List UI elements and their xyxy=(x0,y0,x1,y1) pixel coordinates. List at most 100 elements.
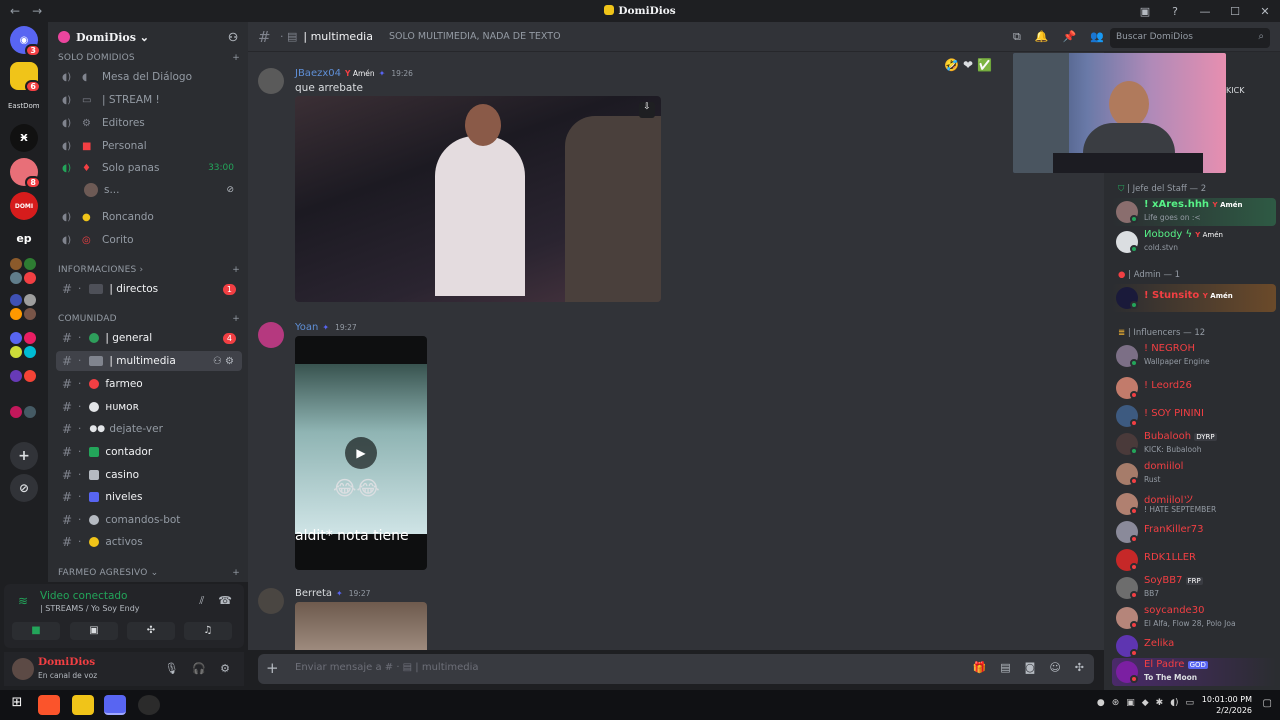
channel-settings-gear-icon[interactable]: ⚇ ⚙ xyxy=(213,356,234,367)
maximize-button[interactable]: ☐ xyxy=(1220,5,1250,18)
channel-topic[interactable]: SOLO MULTIMEDIA, NADA DE TEXTO xyxy=(389,31,561,42)
add-member-icon[interactable]: ⚇ xyxy=(228,31,238,44)
search-input[interactable]: Buscar DomiDios ⌕ xyxy=(1110,28,1270,48)
member-item[interactable]: soycande30 El Alfa, Flow 28, Polo Joa xyxy=(1112,604,1276,632)
server-folder-item[interactable] xyxy=(24,332,36,344)
server-item[interactable]: 8 xyxy=(10,158,41,189)
file-explorer-icon[interactable] xyxy=(72,695,94,715)
member-item[interactable]: FranKiller73 xyxy=(1112,518,1276,546)
image-attachment[interactable]: ⇩ xyxy=(295,96,661,302)
heart-emoji-icon[interactable]: ❤ xyxy=(963,58,973,72)
server-item-ep[interactable]: ep xyxy=(10,224,38,252)
member-item[interactable]: domiilolツ! HATE SEPTEMBER xyxy=(1112,490,1276,518)
server-folder-item[interactable] xyxy=(10,346,22,358)
text-channel-activos[interactable]: # · activos xyxy=(56,532,242,552)
member-item[interactable]: ! NEGROH Wallpaper Engine xyxy=(1112,342,1276,370)
tray-icon[interactable]: ● xyxy=(1097,698,1105,708)
text-channel-farmeo[interactable]: # · farmeo xyxy=(56,374,242,394)
member-item[interactable]: Zelika xyxy=(1112,632,1276,660)
category-comunidad[interactable]: COMUNIDAD + xyxy=(58,314,240,324)
voice-status-title[interactable]: Video conectado xyxy=(40,590,127,602)
voice-channel-personal[interactable]: ◖) ■ Personal xyxy=(56,136,242,156)
member-item[interactable]: Иobody ϟ Y Amén cold.stvn xyxy=(1112,228,1276,256)
voice-channel-solo-panas[interactable]: ◖) ♦ Solo panas 33:00 xyxy=(56,158,242,178)
server-folder-item[interactable] xyxy=(10,294,22,306)
server-folder-item[interactable] xyxy=(10,406,22,418)
noise-suppression-icon[interactable]: ⫽ xyxy=(199,594,204,608)
message-composer[interactable]: + Enviar mensaje a # · ▤ | multimedia 🎁 … xyxy=(258,654,1094,684)
server-folder-item[interactable] xyxy=(24,308,36,320)
guild-header[interactable]: DomiDios ⌄ ⚇ xyxy=(48,22,248,52)
soundboard-button[interactable]: ♫ xyxy=(184,622,232,640)
member-item[interactable]: ! xAres.hhh Y Amén Life goes on :< xyxy=(1112,198,1276,226)
server-folder-item[interactable] xyxy=(24,346,36,358)
voice-channel-mesa[interactable]: ◖) ◖ Mesa del Diálogo xyxy=(56,67,242,87)
server-folder-item[interactable] xyxy=(24,406,36,418)
voice-channel-corito[interactable]: ◖) ◎ Corito xyxy=(56,230,242,250)
server-folder-item[interactable] xyxy=(24,294,36,306)
notification-icon[interactable]: ▢ xyxy=(1263,698,1272,709)
server-item[interactable]: DOMI xyxy=(10,192,38,220)
server-domidios[interactable]: 6 xyxy=(10,62,41,93)
bell-icon[interactable]: 🔔 xyxy=(1035,30,1049,44)
add-channel-plus-icon[interactable]: + xyxy=(232,53,240,63)
pin-icon[interactable]: 📌 xyxy=(1063,30,1077,44)
category-solo-domidios[interactable]: SOLO DOMIDIOS + xyxy=(58,53,240,63)
headphones-icon[interactable]: 🎧 xyxy=(192,662,206,675)
server-folder-item[interactable] xyxy=(10,370,22,382)
gift-icon[interactable]: 🎁 xyxy=(973,661,987,674)
member-item[interactable]: El Padre GOD To The Moon xyxy=(1112,658,1276,686)
voice-channel-roncando[interactable]: ◖) ● Roncando xyxy=(56,207,242,227)
brave-browser-icon[interactable] xyxy=(38,695,60,715)
member-item[interactable]: Bubalooh DYRP KICK: Bubalooh xyxy=(1112,430,1276,458)
voice-user[interactable]: s... ⊘ xyxy=(56,180,242,200)
sticker-icon[interactable]: ◙ xyxy=(1025,661,1036,674)
category-informaciones[interactable]: INFORMACIONES › + xyxy=(58,265,240,275)
gif-icon[interactable]: ▤ xyxy=(1000,661,1010,674)
text-channel-niveles[interactable]: # · niveles xyxy=(56,487,242,507)
disconnect-icon[interactable]: ☎ xyxy=(218,594,232,608)
network-icon[interactable]: ▭ xyxy=(1185,698,1194,708)
microphone-icon[interactable]: 🎙 xyxy=(164,662,178,675)
server-folder-item[interactable] xyxy=(10,332,22,344)
server-item[interactable]: Ӿ xyxy=(10,124,38,152)
checkmark-emoji-icon[interactable]: ✅ xyxy=(977,58,992,72)
clock[interactable]: 10:01:00 PM 2/2/2026 xyxy=(1202,694,1252,716)
activities-button[interactable]: ✣ xyxy=(127,622,175,640)
tray-icon[interactable]: ▣ xyxy=(1126,698,1135,708)
help-icon[interactable]: ? xyxy=(1160,5,1190,18)
text-channel-comandos-bot[interactable]: # · comandos-bot xyxy=(56,510,242,530)
author-name[interactable]: Yoan xyxy=(295,322,318,333)
server-folder-item[interactable] xyxy=(10,272,22,284)
tray-icon[interactable]: ◆ xyxy=(1142,698,1149,708)
voice-status-subtitle[interactable]: | STREAMS / Yo Soy Endy xyxy=(40,604,140,613)
download-icon[interactable]: ⇩ xyxy=(639,102,655,118)
inbox-icon[interactable]: ▣ xyxy=(1130,5,1160,18)
member-item[interactable]: ! Stunsito Y Amén xyxy=(1112,284,1276,312)
apps-icon[interactable]: ✣ xyxy=(1075,661,1084,674)
avatar[interactable] xyxy=(258,588,284,614)
volume-icon[interactable]: ◖) xyxy=(1170,698,1178,708)
threads-icon[interactable]: ⧉ xyxy=(1013,30,1021,44)
discover-compass-icon[interactable]: ⊘ xyxy=(10,474,38,502)
server-folder-item[interactable] xyxy=(24,258,36,270)
category-farmeo-agresivo[interactable]: FARMEO AGRESIVO ⌄ + xyxy=(58,568,240,578)
add-channel-plus-icon[interactable]: + xyxy=(232,265,240,275)
author-name[interactable]: Berreta xyxy=(295,588,332,599)
discord-taskbar-icon[interactable] xyxy=(104,695,126,715)
composer-placeholder[interactable]: Enviar mensaje a # · ▤ | multimedia xyxy=(295,662,479,673)
server-folder-item[interactable] xyxy=(24,272,36,284)
user-settings-gear-icon[interactable]: ⚙ xyxy=(220,662,230,675)
text-channel-dejate-ver[interactable]: # · ●● dejate-ver xyxy=(56,419,242,439)
attach-plus-icon[interactable]: + xyxy=(266,659,279,677)
text-channel-multimedia[interactable]: # · | multimedia ⚇ ⚙ xyxy=(56,351,242,371)
server-folder-item[interactable] xyxy=(10,308,22,320)
video-attachment[interactable] xyxy=(295,602,427,650)
minimize-button[interactable]: — xyxy=(1190,5,1220,18)
obs-icon[interactable] xyxy=(138,695,160,715)
text-channel-directos[interactable]: # · | directos 1 xyxy=(56,279,242,299)
server-folder-item[interactable] xyxy=(24,370,36,382)
voice-channel-editores[interactable]: ◖) ⚙ Editores xyxy=(56,113,242,133)
member-item[interactable]: SoyBB7 FRP BB7 xyxy=(1112,574,1276,602)
home-button[interactable]: ◉ 3 xyxy=(10,26,41,57)
